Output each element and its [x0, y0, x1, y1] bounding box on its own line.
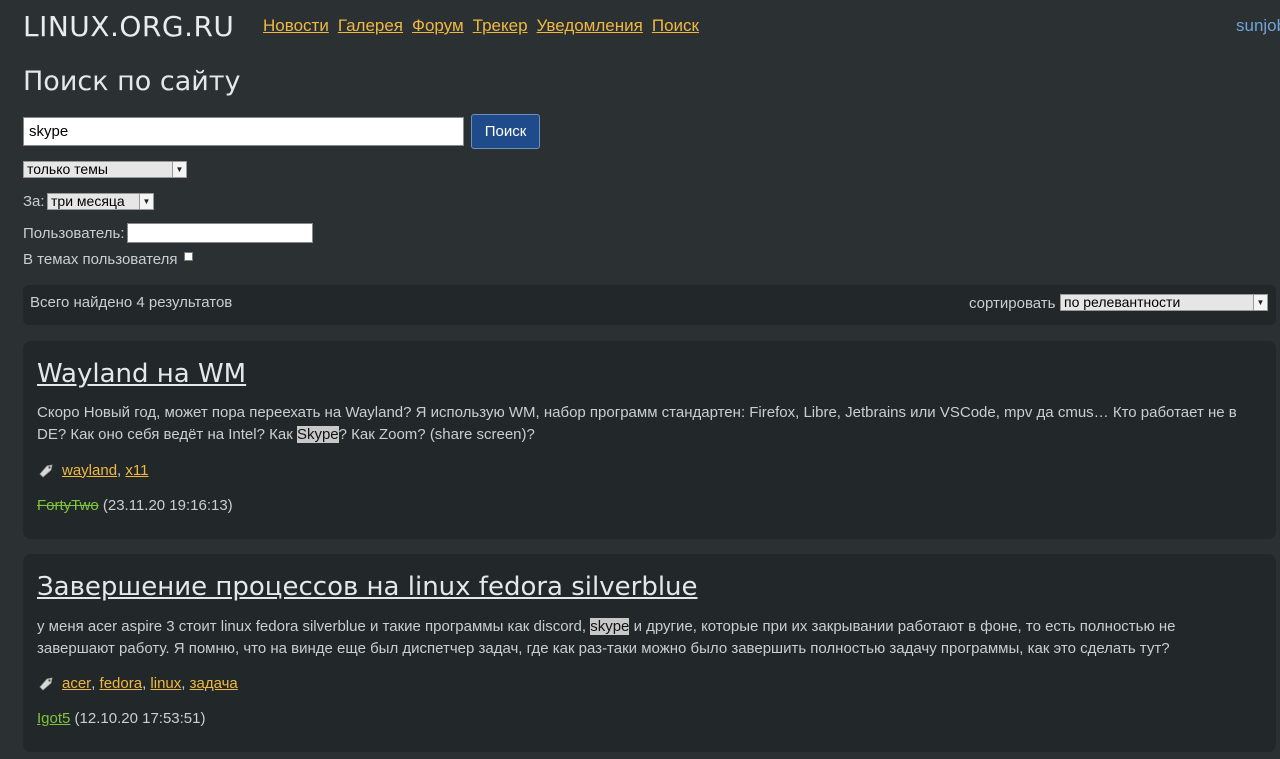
result-tags: wayland, x11 [37, 461, 148, 479]
result-snippet: у меня acer aspire 3 стоит linux fedora … [37, 618, 1176, 657]
result-snippet: Скоро Новый год, может пора переехать на… [37, 404, 1237, 443]
site-header: LINUX.ORG.RU Новости Галерея Форум Треке… [0, 0, 1280, 56]
result-title-link[interactable]: Завершение процессов на linux fedora sil… [37, 572, 698, 602]
search-input[interactable] [23, 117, 464, 146]
scope-select[interactable]: только темы ▼ [23, 161, 187, 178]
result-date: (12.10.20 17:53:51) [74, 710, 206, 727]
in-user-topics-checkbox[interactable] [184, 252, 193, 261]
chevron-down-icon: ▼ [1253, 295, 1267, 310]
result-date: (23.11.20 19:16:13) [102, 497, 233, 514]
scope-select-value: только темы [27, 161, 108, 177]
main-nav: Новости Галерея Форум Трекер Уведомления… [263, 16, 699, 36]
results-summary-bar: Всего найдено 4 результатов сортировать … [23, 285, 1276, 325]
nav-search[interactable]: Поиск [652, 16, 699, 36]
sort-select[interactable]: по релевантности ▼ [1060, 294, 1268, 311]
tag-link-linux[interactable]: linux [150, 675, 181, 692]
author-link[interactable]: Igot5 [37, 710, 70, 727]
nav-tracker[interactable]: Трекер [473, 16, 528, 36]
user-label: Пользователь: [23, 225, 125, 242]
nav-forum[interactable]: Форум [412, 16, 464, 36]
sort-select-value: по релевантности [1064, 294, 1181, 310]
result-meta: Igot5 (12.10.20 17:53:51) [37, 710, 205, 727]
tag-link-x11[interactable]: x11 [125, 462, 148, 479]
nav-notifications[interactable]: Уведомления [537, 16, 643, 36]
nav-news[interactable]: Новости [263, 16, 329, 36]
period-select[interactable]: три месяца ▼ [47, 193, 154, 210]
period-select-value: три месяца [51, 193, 125, 209]
tag-link-task[interactable]: задача [190, 675, 238, 692]
tag-icon [39, 464, 53, 478]
site-logo[interactable]: LINUX.ORG.RU [23, 10, 234, 43]
result-title-link[interactable]: Wayland на WM [37, 359, 246, 389]
user-input[interactable] [127, 223, 313, 243]
period-label: За: [23, 193, 45, 210]
search-button[interactable]: Поиск [471, 114, 540, 149]
chevron-down-icon: ▼ [139, 194, 153, 209]
tag-link-fedora[interactable]: fedora [100, 675, 143, 692]
tag-icon [39, 677, 53, 691]
results-count: Всего найдено 4 результатов [30, 294, 233, 311]
result-tags: acer, fedora, linux, задача [37, 674, 238, 692]
current-user-link[interactable]: sunjob [1236, 16, 1280, 36]
search-result-card: Завершение процессов на linux fedora sil… [23, 554, 1276, 752]
tag-link-wayland[interactable]: wayland [62, 462, 117, 479]
search-highlight: skype [590, 618, 630, 635]
nav-gallery[interactable]: Галерея [338, 16, 403, 36]
search-result-card: Wayland на WM Скоро Новый год, может пор… [23, 341, 1276, 539]
result-meta: FortyTwo (23.11.20 19:16:13) [37, 497, 233, 514]
in-user-topics-label: В темах пользователя [23, 251, 178, 268]
chevron-down-icon: ▼ [172, 162, 186, 177]
author-link[interactable]: FortyTwo [37, 497, 99, 514]
search-highlight: Skype [296, 426, 339, 443]
tag-link-acer[interactable]: acer [62, 675, 91, 692]
page-title: Поиск по сайту [23, 66, 241, 97]
sort-label: сортировать [969, 295, 1056, 312]
